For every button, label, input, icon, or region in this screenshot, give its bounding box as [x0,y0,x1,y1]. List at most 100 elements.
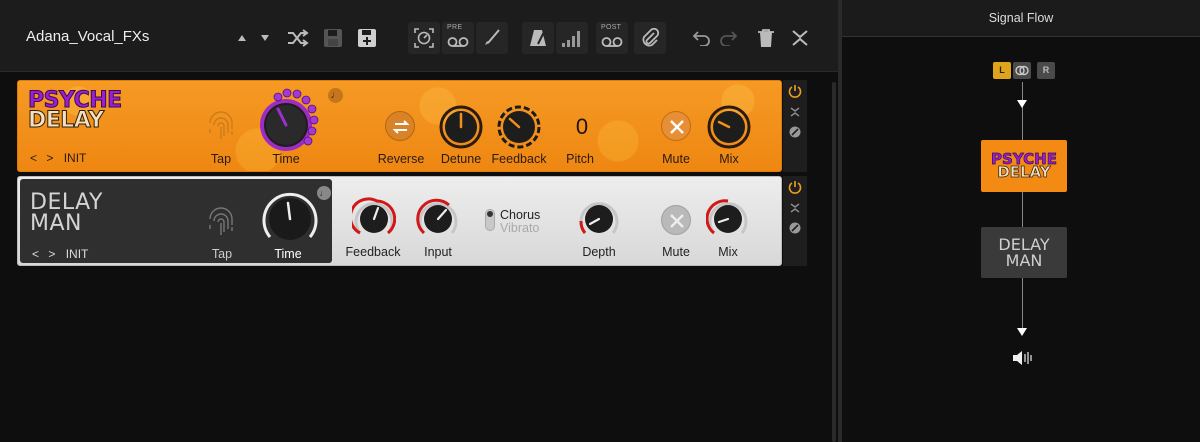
tap-label: Tap [210,152,232,166]
signal-flow-header: Signal Flow [842,0,1200,37]
feedback-knob[interactable] [352,197,396,241]
flow-node-psyche-delay[interactable]: PSYCHE DELAY [981,140,1067,192]
post-tape-button[interactable]: POST [596,22,628,54]
psyche-side-controls [783,80,807,172]
shuffle-icon [288,29,309,47]
time-knob[interactable] [250,85,330,157]
close-icon [670,120,684,134]
psyche-preset-nav: < > INIT [30,151,86,165]
tape-icon [601,37,623,47]
attach-button[interactable] [634,22,666,54]
mute-button[interactable] [661,205,691,235]
psyche-delay-logo: PSYCHE DELAY [28,89,123,133]
feedback-label: Feedback [345,245,401,259]
preset-up-button[interactable] [236,22,248,54]
flow-delayman-line2: MAN [1005,250,1043,270]
feedback-knob[interactable] [497,105,541,149]
depth-label: Depth [582,245,616,259]
mode-switch[interactable] [485,209,495,231]
mute-button[interactable] [661,111,691,141]
level-meter-button[interactable] [556,22,588,54]
redo-button[interactable] [716,22,740,54]
collapse-button[interactable] [788,22,812,54]
fingerprint-icon[interactable] [206,109,236,143]
power-icon[interactable] [788,84,802,98]
delayman-preset-nav: < > INIT [32,247,88,261]
shuffle-button[interactable] [284,22,312,54]
delayman-logo-line2: MAN [30,210,82,236]
collapse-icon[interactable] [788,201,802,215]
speaker-icon[interactable] [1012,349,1034,367]
triangle-up-icon [238,35,246,41]
time-label: Time [272,152,300,166]
preset-down-button[interactable] [258,22,272,54]
tuner-button[interactable] [408,22,440,54]
reverse-icon [392,120,410,134]
save-plus-icon [358,29,376,47]
pitch-label: Pitch [566,152,594,166]
preset-prev-button[interactable]: < [30,151,37,165]
power-icon[interactable] [788,180,802,194]
preset-name[interactable]: INIT [66,247,89,261]
channel-r-button[interactable]: R [1037,62,1055,79]
rack-scrollbar[interactable] [832,82,836,442]
pre-label: PRE [447,24,463,31]
input-knob[interactable] [416,197,460,241]
preset-prev-button[interactable]: < [32,247,39,261]
reverse-label: Reverse [377,152,425,166]
collapse-icon [792,30,808,46]
remove-icon[interactable] [788,221,802,235]
save-button[interactable] [320,22,346,54]
psyche-logo-line2: DELAY [28,107,105,133]
metronome-button[interactable] [522,22,554,54]
time-knob[interactable] [258,189,322,247]
flow-psyche-line2: DELAY [997,163,1051,181]
paperclip-icon [642,28,660,47]
preset-name[interactable]: Adana_Vocal_FXs [26,28,149,45]
mix-knob[interactable] [706,197,750,241]
undo-button[interactable] [690,22,714,54]
mix-label: Mix [719,152,739,166]
metronome-icon [530,30,546,46]
fingerprint-icon[interactable] [206,205,236,239]
mode-vibrato-option[interactable]: Vibrato [500,221,539,235]
flow-node-delay-man[interactable]: DELAY MAN [981,227,1067,278]
triangle-down-icon [261,35,269,41]
save-icon [324,29,342,47]
psyche-delay-plugin: PSYCHE DELAY < > INIT Tap Time ♩ Reverse… [17,80,782,172]
depth-knob[interactable] [577,197,621,241]
delay-man-plugin: DELAY MAN < > INIT Tap Time ♩ Feedback I… [17,176,782,266]
mute-label: Mute [662,152,690,166]
channel-l-button[interactable]: L [993,62,1011,79]
trash-icon [758,29,774,47]
mix-knob[interactable] [707,105,751,149]
post-label: POST [601,24,622,31]
reverse-button[interactable] [385,111,415,141]
delete-button[interactable] [754,22,778,54]
pitch-value[interactable]: 0 [576,114,588,140]
preset-next-button[interactable]: > [46,151,53,165]
signal-line [1022,82,1023,328]
collapse-icon[interactable] [788,105,802,119]
mode-chorus-option[interactable]: Chorus [500,208,540,222]
save-as-button[interactable] [354,22,380,54]
preset-next-button[interactable]: > [48,247,55,261]
channel-link-button[interactable] [1013,62,1031,79]
close-icon [670,214,684,228]
detune-label: Detune [440,152,482,166]
delayman-side-controls [783,176,807,266]
delay-man-logo: DELAY MAN [30,192,103,236]
mode-switch-thumb [487,211,493,217]
pick-icon [485,29,500,45]
mix-label: Mix [718,245,738,259]
detune-knob[interactable] [439,105,483,149]
arrow-down-icon [1017,328,1027,336]
note-sync-icon[interactable]: ♩ [317,186,331,200]
remove-icon[interactable] [788,125,802,139]
note-sync-icon[interactable]: ♩ [328,88,343,103]
time-label: Time [274,247,302,261]
preset-name[interactable]: INIT [64,151,87,165]
pre-tape-button[interactable]: PRE [442,22,474,54]
redo-icon [720,31,738,46]
guitar-button[interactable] [476,22,508,54]
